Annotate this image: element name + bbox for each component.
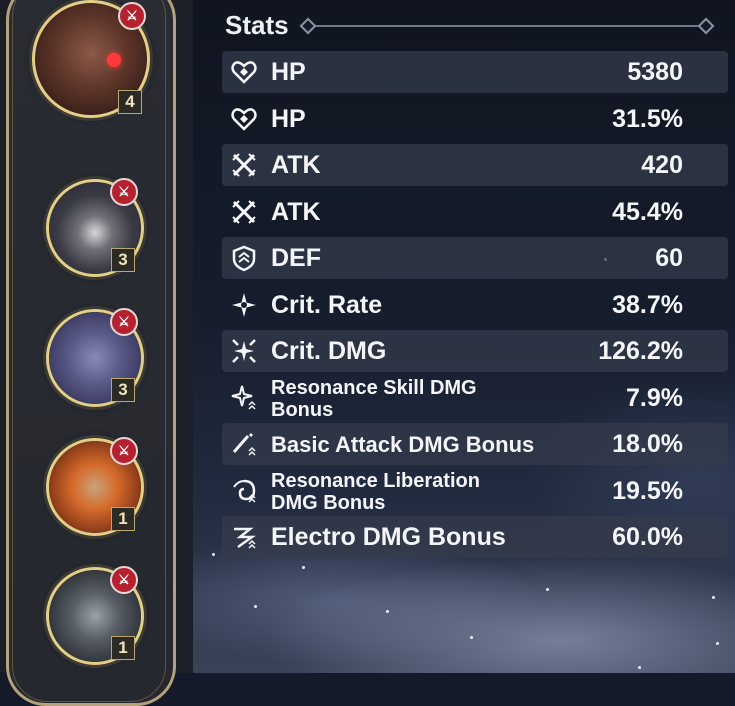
echo-slot-5[interactable]: ⚔ 1: [40, 563, 150, 665]
stat-name: Crit. DMG: [271, 337, 387, 365]
lock-icon[interactable]: ⚔: [110, 437, 138, 465]
stat-row-crit-rate: Crit. Rate 38.7%: [222, 284, 728, 326]
echo-slot-1[interactable]: ⚔ 4: [22, 0, 154, 132]
echo-cost-badge: 3: [111, 378, 135, 402]
resonance-skill-icon: [231, 385, 256, 410]
stat-value: 420: [641, 151, 683, 179]
echo-eye: [107, 53, 121, 67]
star: [254, 605, 257, 608]
stat-name: ATK: [271, 151, 321, 179]
atk-icon: [232, 153, 256, 177]
stat-row-atk-flat: ATK 420: [222, 144, 728, 186]
star: [716, 642, 719, 645]
stat-row-resonance-liberation: Resonance Liberation DMG Bonus 19.5%: [222, 470, 728, 514]
stat-name: Resonance Liberation DMG Bonus: [271, 470, 480, 514]
stat-name: HP: [271, 58, 306, 86]
stat-name: ATK: [271, 198, 321, 226]
echo-slot-3[interactable]: ⚔ 3: [40, 305, 150, 407]
lock-icon[interactable]: ⚔: [118, 2, 146, 30]
stat-value: 45.4%: [612, 198, 683, 226]
star: [212, 553, 215, 556]
stat-value: 18.0%: [612, 430, 683, 458]
stat-value: 7.9%: [626, 384, 683, 412]
stat-name: DEF: [271, 244, 321, 272]
echo-cost-badge: 3: [111, 248, 135, 272]
stat-value: 5380: [627, 58, 683, 86]
stat-name: HP: [271, 105, 306, 133]
stat-value: 19.5%: [612, 477, 683, 505]
stat-row-resonance-skill: Resonance Skill DMG Bonus 7.9%: [222, 377, 728, 421]
stat-value: 31.5%: [612, 105, 683, 133]
echo-sidebar: ⚔ 4 ⚔ 3 ⚔ 3 ⚔ 1 ⚔ 1: [0, 0, 193, 706]
stat-name: Electro DMG Bonus: [271, 523, 506, 551]
hp-icon: [231, 61, 257, 84]
def-icon: [232, 245, 256, 272]
stat-value: 60: [655, 244, 683, 272]
electro-icon: [234, 527, 256, 549]
basic-attack-icon: [232, 432, 256, 456]
lock-icon[interactable]: ⚔: [110, 566, 138, 594]
stat-name: Resonance Skill DMG Bonus: [271, 377, 477, 421]
star: [546, 588, 549, 591]
stat-row-electro: Electro DMG Bonus 60.0%: [222, 516, 728, 558]
lock-icon[interactable]: ⚔: [110, 308, 138, 336]
stat-value: 38.7%: [612, 291, 683, 319]
stats-title: Stats: [225, 10, 289, 40]
echo-cost-badge: 1: [111, 507, 135, 531]
lock-icon[interactable]: ⚔: [110, 178, 138, 206]
stat-row-hp-flat: HP 5380: [222, 51, 728, 93]
stat-row-atk-percent: ATK 45.4%: [222, 191, 728, 233]
star: [302, 566, 305, 569]
stat-name: Crit. Rate: [271, 291, 383, 319]
stat-value: 126.2%: [598, 337, 683, 365]
atk-icon: [232, 200, 256, 224]
stat-row-crit-dmg: Crit. DMG 126.2%: [222, 330, 728, 372]
hp-icon: [231, 108, 257, 131]
stat-row-hp-percent: HP 31.5%: [222, 98, 728, 140]
stat-row-basic-attack: Basic Attack DMG Bonus 18.0%: [222, 423, 728, 465]
resonance-liberation-icon: [233, 479, 256, 503]
crit-rate-icon: [232, 293, 256, 317]
stat-name: Basic Attack DMG Bonus: [271, 432, 535, 457]
star: [638, 666, 641, 669]
echo-cost-badge: 1: [111, 636, 135, 660]
star: [470, 636, 473, 639]
stat-value: 60.0%: [612, 523, 683, 551]
title-divider: [302, 25, 714, 27]
crit-dmg-icon: [232, 339, 256, 363]
stat-row-def: DEF 60: [222, 237, 728, 279]
echo-slot-2[interactable]: ⚔ 3: [40, 175, 150, 277]
star: [712, 596, 715, 599]
echo-cost-badge: 4: [118, 90, 142, 114]
echo-slot-4[interactable]: ⚔ 1: [40, 434, 150, 536]
star: [386, 610, 389, 613]
